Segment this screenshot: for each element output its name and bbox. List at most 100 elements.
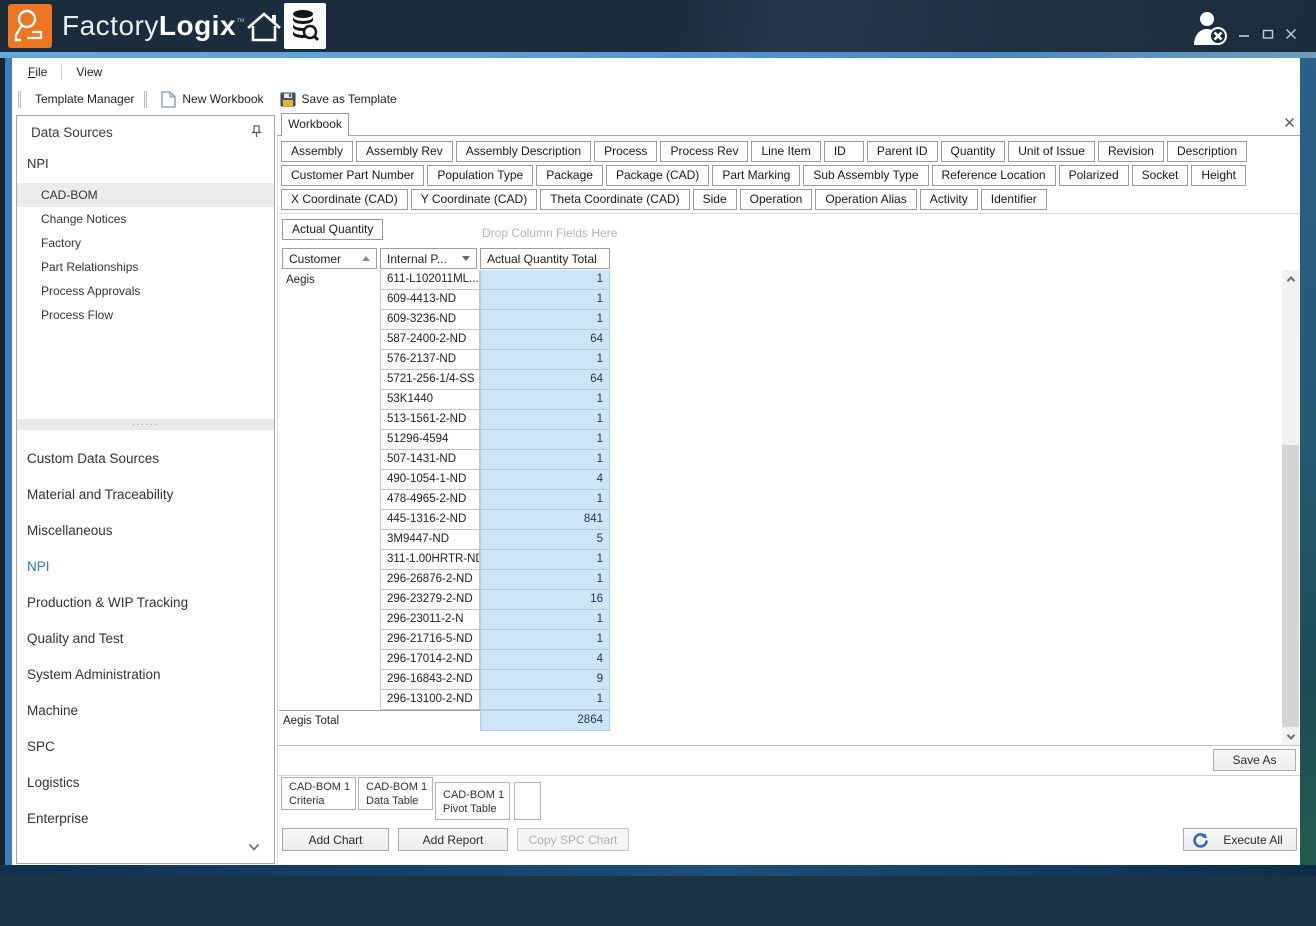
sidebar-item[interactable]: Factory [17, 231, 274, 255]
pivot-group-cell[interactable] [279, 470, 380, 490]
pivot-qty-cell[interactable]: 4 [480, 470, 610, 490]
pivot-qty-cell[interactable]: 9 [480, 670, 610, 690]
sidebar-category[interactable]: Quality and Test [17, 621, 274, 657]
field-chip[interactable]: Process Rev [660, 141, 748, 162]
field-chip[interactable]: Theta Coordinate (CAD) [540, 189, 689, 210]
field-chip[interactable]: X Coordinate (CAD) [281, 189, 408, 210]
field-chip[interactable]: Parent ID [867, 141, 938, 162]
sidebar-item[interactable]: Process Approvals [17, 279, 274, 303]
pivot-part-cell[interactable]: 609-3236-ND [380, 310, 480, 330]
pivot-group-cell[interactable] [279, 450, 380, 470]
field-chip[interactable]: Identifier [981, 189, 1047, 210]
pivot-qty-cell[interactable]: 1 [480, 270, 610, 290]
pivot-part-cell[interactable]: 296-16843-2-ND [380, 670, 480, 690]
add-chart-button[interactable]: Add Chart [282, 828, 389, 851]
field-chip[interactable]: Socket [1132, 165, 1189, 186]
menu-file[interactable]: File [24, 65, 51, 79]
vertical-scrollbar[interactable] [1282, 270, 1299, 745]
field-chip[interactable]: Process [594, 141, 657, 162]
sheet-tab[interactable]: CAD-BOM 1 Data Table [358, 777, 433, 810]
pin-icon[interactable] [250, 125, 264, 139]
field-chip[interactable]: ID [824, 141, 864, 162]
pivot-qty-cell[interactable]: 1 [480, 550, 610, 570]
sidebar-category[interactable]: Miscellaneous [17, 513, 274, 549]
sidebar-category[interactable]: NPI [17, 549, 274, 585]
pivot-qty-cell[interactable]: 1 [480, 690, 610, 710]
pivot-part-cell[interactable]: 490-1054-1-ND [380, 470, 480, 490]
minimize-button[interactable] [1236, 26, 1252, 42]
pivot-group-cell[interactable] [279, 670, 380, 690]
field-chip[interactable]: Part Marking [712, 165, 800, 186]
pivot-qty-cell[interactable]: 841 [480, 510, 610, 530]
home-icon[interactable] [244, 11, 284, 43]
pivot-part-cell[interactable]: 611-L102011ML... [380, 270, 480, 290]
scroll-down-icon[interactable] [1282, 728, 1299, 745]
pivot-qty-cell[interactable]: 1 [480, 350, 610, 370]
sheet-tab[interactable]: CAD-BOM 1 Criteria [281, 777, 356, 810]
pivot-row-header-customer[interactable]: Customer [282, 248, 377, 269]
field-chip[interactable]: Sub Assembly Type [803, 165, 928, 186]
pivot-group-cell[interactable] [279, 630, 380, 650]
pivot-part-cell[interactable]: 3M9447-ND [380, 530, 480, 550]
pivot-group-cell[interactable] [279, 550, 380, 570]
pivot-qty-cell[interactable]: 1 [480, 310, 610, 330]
pivot-qty-cell[interactable]: 5 [480, 530, 610, 550]
pivot-group-cell[interactable] [279, 390, 380, 410]
pivot-group-cell[interactable] [279, 310, 380, 330]
field-chip[interactable]: Quantity [941, 141, 1006, 162]
pivot-part-cell[interactable]: 576-2137-ND [380, 350, 480, 370]
pivot-qty-cell[interactable]: 64 [480, 330, 610, 350]
pivot-part-cell[interactable]: 445-1316-2-ND [380, 510, 480, 530]
field-chip[interactable]: Population Type [427, 165, 533, 186]
field-chip[interactable]: Assembly Description [456, 141, 591, 162]
field-chip[interactable]: Operation Alias [815, 189, 916, 210]
sidebar-category[interactable]: System Administration [17, 657, 274, 693]
pivot-group-cell[interactable]: Aegis [279, 270, 380, 290]
scroll-up-icon[interactable] [1282, 270, 1299, 287]
save-as-template-button[interactable]: Save as Template [272, 88, 405, 110]
sidebar-category[interactable]: Material and Traceability [17, 477, 274, 513]
field-chip[interactable]: Unit of Issue [1008, 141, 1095, 162]
pivot-row-header-internal-pn[interactable]: Internal P... [380, 248, 477, 269]
pivot-part-cell[interactable]: 5721-256-1/4-SS [380, 370, 480, 390]
pivot-part-cell[interactable]: 296-21716-5-ND [380, 630, 480, 650]
filter-dropdown-icon[interactable] [462, 256, 470, 261]
tab-workbook[interactable]: Workbook [281, 113, 349, 136]
field-chip[interactable]: Reference Location [932, 165, 1056, 186]
sidebar-item[interactable]: Change Notices [17, 207, 274, 231]
pivot-group-cell[interactable] [279, 510, 380, 530]
save-as-button[interactable]: Save As [1213, 749, 1296, 771]
maximize-button[interactable] [1260, 26, 1276, 42]
chevron-down-icon[interactable] [248, 841, 260, 853]
pivot-part-cell[interactable]: 311-1.00HRTR-ND [380, 550, 480, 570]
pivot-qty-cell[interactable]: 1 [480, 490, 610, 510]
pivot-qty-cell[interactable]: 1 [480, 390, 610, 410]
pivot-group-cell[interactable] [279, 650, 380, 670]
pivot-qty-cell[interactable]: 1 [480, 290, 610, 310]
pivot-part-cell[interactable]: 296-26876-2-ND [380, 570, 480, 590]
pivot-qty-cell[interactable]: 1 [480, 450, 610, 470]
pivot-group-cell[interactable] [279, 570, 380, 590]
pivot-part-cell[interactable]: 296-23011-2-N [380, 610, 480, 630]
pivot-group-cell[interactable] [279, 490, 380, 510]
pivot-part-cell[interactable]: 296-17014-2-ND [380, 650, 480, 670]
field-chip[interactable]: Activity [920, 189, 978, 210]
field-chip[interactable]: Y Coordinate (CAD) [411, 189, 538, 210]
data-explorer-icon[interactable] [284, 3, 326, 49]
close-button[interactable] [1283, 26, 1299, 42]
pivot-group-cell[interactable] [279, 530, 380, 550]
pivot-part-cell[interactable]: 296-23279-2-ND [380, 590, 480, 610]
pivot-qty-cell[interactable]: 1 [480, 410, 610, 430]
sidebar-category[interactable]: Machine [17, 693, 274, 729]
field-chip[interactable]: Assembly [281, 141, 353, 162]
field-chip[interactable]: Description [1167, 141, 1247, 162]
sidebar-category[interactable]: Enterprise [17, 801, 274, 837]
field-chip[interactable]: Line Item [751, 141, 820, 162]
field-chip[interactable]: Operation [740, 189, 813, 210]
pivot-part-cell[interactable]: 609-4413-ND [380, 290, 480, 310]
sidebar-category[interactable]: SPC [17, 729, 274, 765]
menu-view[interactable]: View [72, 65, 106, 79]
sidebar-item[interactable]: CAD-BOM [17, 183, 274, 207]
pivot-qty-cell[interactable]: 1 [480, 610, 610, 630]
pivot-part-cell[interactable]: 587-2400-2-ND [380, 330, 480, 350]
